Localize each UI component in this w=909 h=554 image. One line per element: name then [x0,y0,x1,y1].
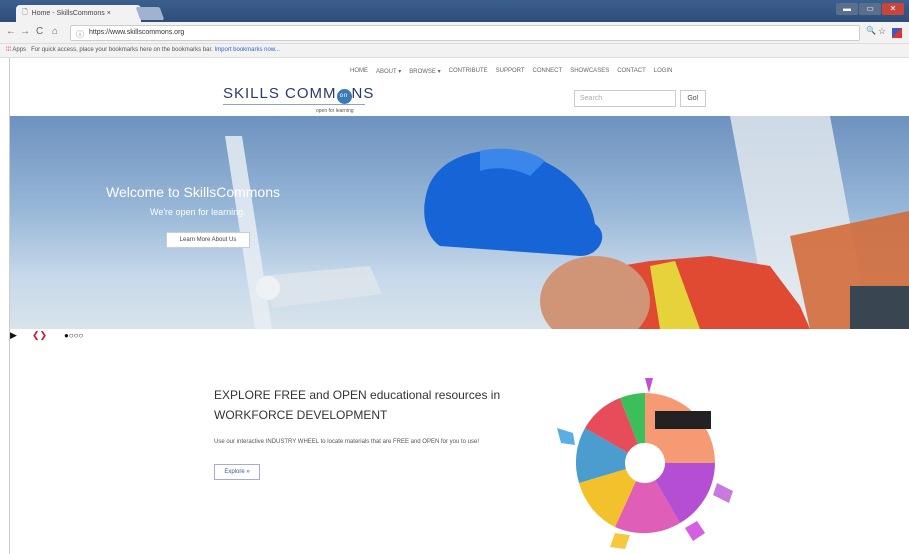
tab-title: Home - SkillsCommons × [31,10,111,17]
window-left-edge [0,58,10,554]
logo-underline [223,104,365,105]
address-bar[interactable]: ⓘ https://www.skillscommons.org [70,25,860,41]
home-icon[interactable]: ⌂ [52,26,58,37]
page-icon: 🗋 [22,9,28,16]
import-bookmarks-link[interactable]: Import bookmarks now... [215,47,280,53]
go-button[interactable]: Go! [680,90,706,107]
industry-wheel[interactable] [553,375,737,553]
apps-label[interactable]: Apps [12,47,26,53]
search-input[interactable]: Search [574,90,676,107]
url-text: https://www.skillscommons.org [89,29,185,36]
zoom-icon[interactable]: 🔍 [866,26,876,35]
nav-about[interactable]: ABOUT ▾ [376,68,401,75]
site-nav: HOME ABOUT ▾ BROWSE ▾ CONTRIBUTE SUPPORT… [350,68,672,75]
extension-icon[interactable] [892,28,902,38]
nav-showcases[interactable]: SHOWCASES [570,68,609,75]
logo-tagline: open for learning [316,108,354,114]
back-icon[interactable]: ← [6,26,16,37]
reload-icon[interactable]: C [36,26,43,37]
hero-image [225,116,909,329]
site-logo[interactable]: SKILLS COMM on NS [223,85,374,104]
prev-next-icon[interactable]: ❮❯ [32,330,47,341]
hero-subtitle: We're open for learning. [150,207,246,217]
nav-browse[interactable]: BROWSE ▾ [409,68,440,75]
browser-toolbar: ← → C ⌂ ⓘ https://www.skillscommons.org … [0,22,909,44]
bookmarks-hint: For quick access, place your bookmarks h… [31,47,213,53]
logo-badge: on [336,89,352,104]
minimize-icon[interactable]: ▬ [836,3,858,15]
new-tab-button[interactable] [135,7,165,20]
info-icon: ⓘ [76,30,84,39]
logo-text-start: SKILLS COMM [223,85,337,102]
nav-support[interactable]: SUPPORT [496,68,525,75]
forward-icon[interactable]: → [20,26,30,37]
close-window-icon[interactable]: ✕ [882,3,904,15]
nav-connect[interactable]: CONNECT [533,68,563,75]
apps-icon[interactable]: ⁞⁞⁞ [6,47,11,53]
explore-heading-line1: EXPLORE FREE and OPEN educational resour… [214,388,501,402]
hero-banner: Welcome to SkillsCommons We're open for … [10,116,909,329]
learn-more-button[interactable]: Learn More About Us [166,232,250,248]
explore-description: Use our interactive INDUSTRY WHEEL to lo… [214,439,479,445]
nav-contact[interactable]: CONTACT [617,68,646,75]
browser-tabstrip: 🗋 Home - SkillsCommons × ▬ ▭ ✕ [0,0,909,22]
nav-login[interactable]: LOGIN [654,68,673,75]
explore-heading-line2: WORKFORCE DEVELOPMENT [214,408,388,422]
slide-dots[interactable]: ●○○○ [64,331,83,340]
maximize-icon[interactable]: ▭ [859,3,881,15]
bookmarks-bar: ⁞⁞⁞ Apps For quick access, place your bo… [0,44,909,58]
browser-tab[interactable]: 🗋 Home - SkillsCommons × [16,5,141,22]
hero-title: Welcome to SkillsCommons [106,184,281,200]
logo-text-end: NS [351,85,375,102]
star-icon[interactable]: ☆ [878,26,886,37]
nav-home[interactable]: HOME [350,68,368,75]
explore-button[interactable]: Explore » [214,464,260,480]
play-icon[interactable]: ▶ [10,330,17,341]
nav-contribute[interactable]: CONTRIBUTE [449,68,488,75]
